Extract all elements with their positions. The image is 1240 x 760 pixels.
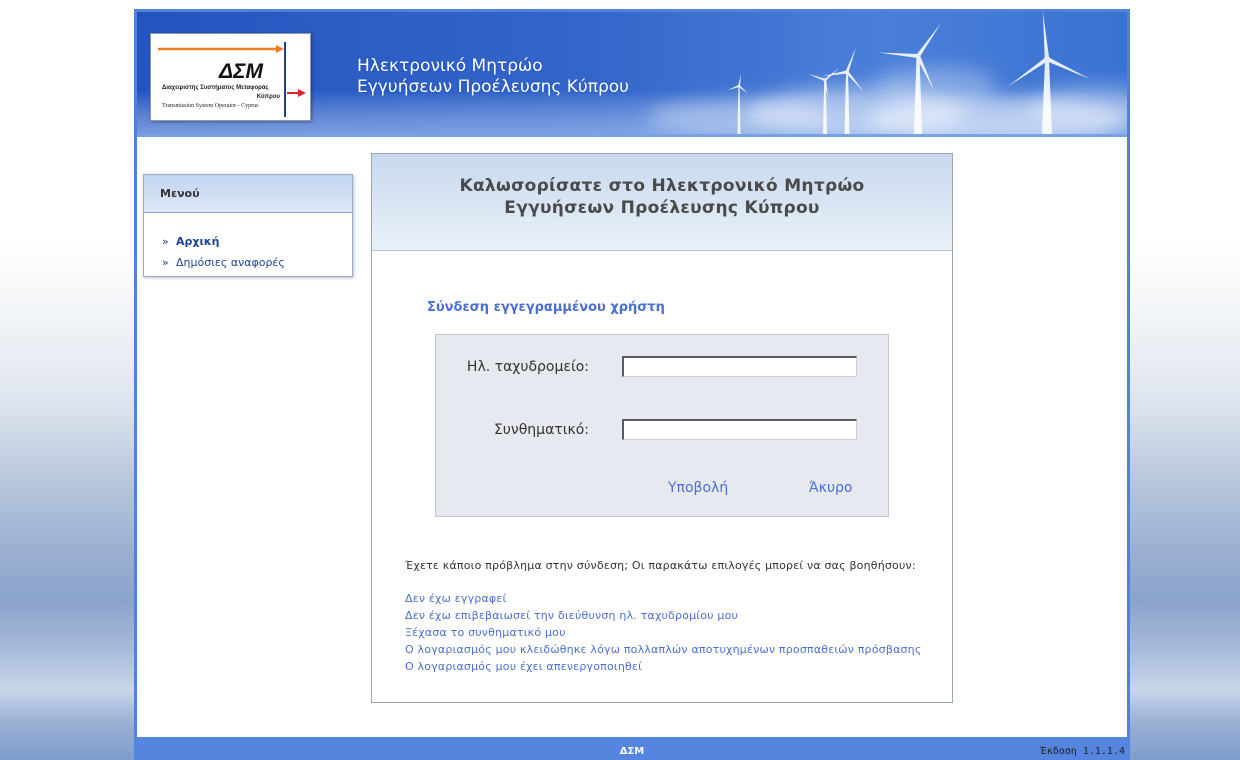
- welcome-title-line-1: Καλωσορίσατε στο Ηλεκτρονικό Μητρώο: [459, 176, 865, 196]
- password-input[interactable]: [622, 419, 857, 440]
- site-footer: ΔΣΜ Έκδοση 1.1.1.4: [134, 737, 1130, 760]
- help-link-account-locked[interactable]: Ο λογαριασμός μου κλειδώθηκε λόγω πολλαπ…: [405, 643, 922, 656]
- help-link-forgot-password[interactable]: Ξέχασα το συνθηματικό μου: [405, 626, 566, 639]
- welcome-header: Καλωσορίσατε στο Ηλεκτρονικό Μητρώο Εγγυ…: [372, 154, 952, 251]
- welcome-title-line-2: Εγγυήσεων Προέλευσης Κύπρου: [504, 198, 820, 218]
- double-chevron-right-icon: »: [162, 256, 169, 269]
- logo-org-name-greek: Διαχειριστής Συστήματος Μεταφοράς: [162, 85, 269, 91]
- list-item: Ο λογαριασμός μου κλειδώθηκε λόγω πολλαπ…: [405, 639, 922, 656]
- sidebar-menu: Μενού » Αρχική » Δημόσιες αναφορές: [143, 174, 353, 277]
- tso-logo[interactable]: ΔΣΜ Διαχειριστής Συστήματος Μεταφοράς Κύ…: [150, 33, 311, 121]
- help-link-email-not-verified[interactable]: Δεν έχω επιβεβαιωσεί την διεύθυνση ηλ. τ…: [405, 609, 738, 622]
- page-frame: ΔΣΜ Διαχειριστής Συστήματος Μεταφοράς Κύ…: [134, 9, 1130, 760]
- login-panel: Καλωσορίσατε στο Ηλεκτρονικό Μητρώο Εγγυ…: [371, 153, 953, 703]
- email-input[interactable]: [622, 356, 857, 377]
- menu-list: » Αρχική » Δημόσιες αναφορές: [144, 213, 352, 273]
- sidebar-item-label[interactable]: Αρχική: [176, 235, 219, 248]
- cancel-button[interactable]: Άκυρο: [809, 479, 853, 497]
- login-form: Ηλ. ταχυδρομείο: Συνθηματικό: Υποβολή Άκ…: [435, 334, 889, 517]
- site-title-line-1: Ηλεκτρονικό Μητρώο: [357, 56, 543, 76]
- logo-org-name-english: Transmission System Operator - Cyprus: [162, 103, 259, 109]
- sidebar-item-public-reports[interactable]: » Δημόσιες αναφορές: [162, 252, 352, 273]
- help-link-not-registered[interactable]: Δεν έχω εγγραφεί: [405, 592, 506, 605]
- footer-brand: ΔΣΜ: [619, 746, 645, 757]
- site-header: ΔΣΜ Διαχειριστής Συστήματος Μεταφοράς Κύ…: [137, 12, 1127, 137]
- help-link-account-deactivated[interactable]: Ο λογαριασμός μου έχει απενεργοποιηθεί: [405, 660, 642, 673]
- logo-org-country-greek: Κύπρου: [256, 94, 280, 100]
- list-item: Ξέχασα το συνθηματικό μου: [405, 622, 922, 639]
- sidebar-item-home[interactable]: » Αρχική: [162, 231, 352, 252]
- double-chevron-right-icon: »: [162, 235, 169, 248]
- list-item: Ο λογαριασμός μου έχει απενεργοποιηθεί: [405, 656, 922, 673]
- logo-mark: ΔΣΜ: [219, 60, 263, 83]
- login-heading: Σύνδεση εγγεγραμμένου χρήστη: [427, 300, 665, 315]
- submit-button[interactable]: Υποβολή: [668, 479, 728, 497]
- menu-title: Μενού: [144, 175, 352, 213]
- password-label: Συνθηματικό:: [493, 422, 589, 438]
- help-links-list: Δεν έχω εγγραφεί Δεν έχω επιβεβαιωσεί τη…: [405, 588, 922, 673]
- sidebar-item-label[interactable]: Δημόσιες αναφορές: [176, 256, 285, 269]
- list-item: Δεν έχω επιβεβαιωσεί την διεύθυνση ηλ. τ…: [405, 605, 922, 622]
- list-item: Δεν έχω εγγραφεί: [405, 588, 922, 605]
- email-label: Ηλ. ταχυδρομείο:: [466, 359, 589, 375]
- site-title: Ηλεκτρονικό Μητρώο Εγγυήσεων Προέλευσης …: [357, 56, 629, 98]
- help-intro-text: Έχετε κάποιο πρόβλημα στην σύνδεση; Οι π…: [405, 559, 916, 572]
- version-label: Έκδοση 1.1.1.4: [1040, 746, 1125, 757]
- site-title-line-2: Εγγυήσεων Προέλευσης Κύπρου: [357, 77, 629, 97]
